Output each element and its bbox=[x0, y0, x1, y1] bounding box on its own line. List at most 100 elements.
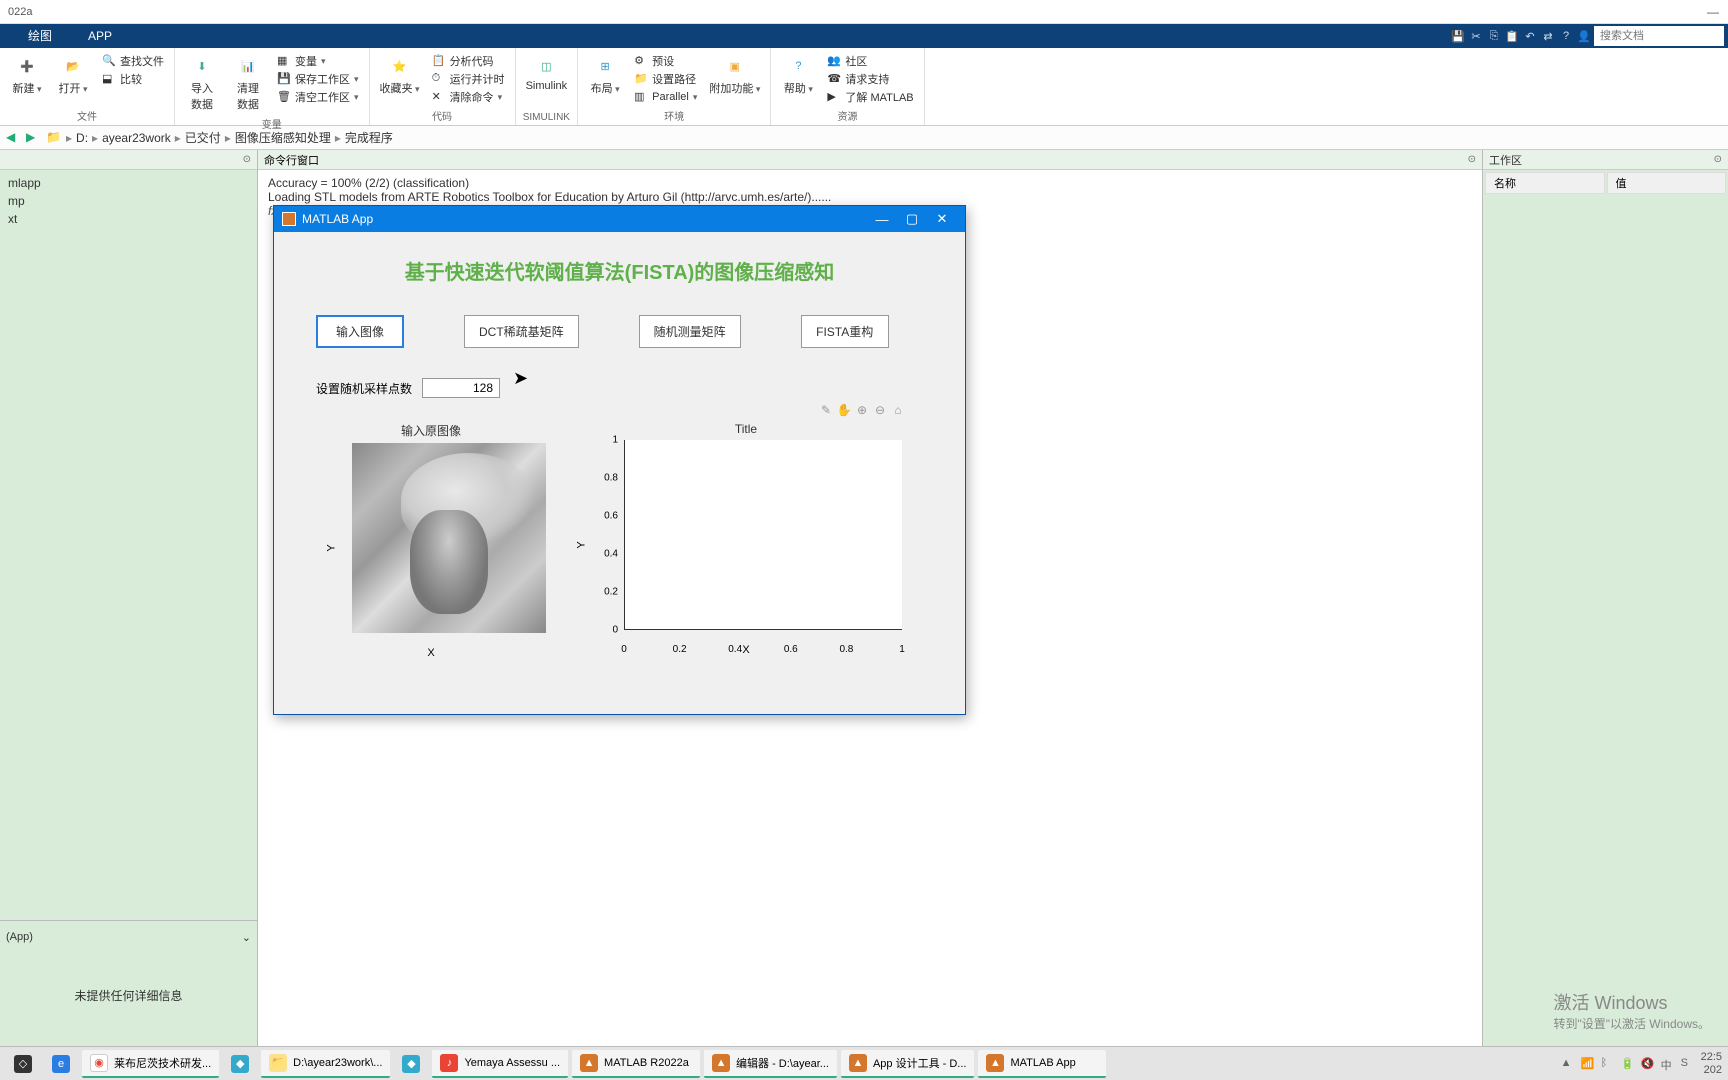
ribbon-tabstrip: 绘图 APP 💾 ✂ ⎘ 📋 ↶ ⇄ ? 👤 bbox=[0, 24, 1728, 48]
variable-button[interactable]: ▦变量 bbox=[273, 52, 363, 70]
paste-icon[interactable]: 📋 bbox=[1504, 28, 1520, 44]
random-measure-button[interactable]: 随机测量矩阵 bbox=[639, 315, 741, 348]
battery-icon[interactable]: 🔋 bbox=[1621, 1057, 1635, 1071]
app-titlebar[interactable]: MATLAB App — ▢ ✕ bbox=[274, 206, 965, 232]
switch-icon[interactable]: ⇄ bbox=[1540, 28, 1556, 44]
simulink-button[interactable]: ◫ Simulink bbox=[522, 50, 572, 112]
layout-button[interactable]: ⊞ 布局 bbox=[584, 50, 626, 108]
new-button[interactable]: ➕ 新建 bbox=[6, 50, 48, 108]
folder-icon[interactable]: 📁 bbox=[46, 130, 62, 146]
copy-icon[interactable]: ⎘ bbox=[1486, 28, 1502, 44]
tab-app[interactable]: APP bbox=[70, 24, 130, 48]
empty-plot-area[interactable] bbox=[624, 440, 902, 630]
ie-button[interactable]: e bbox=[44, 1050, 78, 1078]
taskbar-item[interactable]: ◆ bbox=[223, 1050, 257, 1078]
setpath-button[interactable]: 📁设置路径 bbox=[630, 70, 701, 88]
ime-icon[interactable]: 中 bbox=[1661, 1057, 1675, 1071]
clear-workspace-button[interactable]: 🗑清空工作区 bbox=[273, 88, 363, 106]
matlab-icon: ▲ bbox=[986, 1054, 1004, 1072]
details-dropdown[interactable]: (App) bbox=[6, 931, 242, 943]
signin-icon[interactable]: 👤 bbox=[1576, 28, 1592, 44]
path-seg[interactable]: 完成程序 bbox=[345, 129, 393, 146]
taskbar-item[interactable]: ▲MATLAB R2022a bbox=[572, 1050, 700, 1078]
dock-icon[interactable]: ⊙ bbox=[1468, 154, 1476, 165]
input-image-button[interactable]: 输入图像 bbox=[316, 315, 404, 348]
cut-icon[interactable]: ✂ bbox=[1468, 28, 1484, 44]
prefs-button[interactable]: ⚙预设 bbox=[630, 52, 701, 70]
open-button[interactable]: 📂 打开 bbox=[52, 50, 94, 108]
clear-cmd-button[interactable]: ✕清除命令 bbox=[428, 88, 509, 106]
pan-icon[interactable]: ✋ bbox=[836, 402, 852, 418]
network-icon[interactable]: 📶 bbox=[1581, 1057, 1595, 1071]
group-simulink-label: SIMULINK bbox=[522, 112, 572, 125]
maximize-icon[interactable]: ▢ bbox=[897, 206, 927, 232]
undo-icon[interactable]: ↶ bbox=[1522, 28, 1538, 44]
help-icon[interactable]: ? bbox=[1558, 28, 1574, 44]
compare-button[interactable]: ⬓比较 bbox=[98, 70, 168, 88]
forward-icon[interactable]: ▶ bbox=[26, 130, 42, 146]
right-plot-title: Title bbox=[586, 422, 906, 436]
col-value[interactable]: 值 bbox=[1607, 172, 1727, 194]
analyze-button[interactable]: 📋分析代码 bbox=[428, 52, 509, 70]
runtime-button[interactable]: ⏱运行并计时 bbox=[428, 70, 509, 88]
learn-button[interactable]: ▶了解 MATLAB bbox=[823, 88, 917, 106]
zoom-out-icon[interactable]: ⊖ bbox=[872, 402, 888, 418]
minimize-btn[interactable]: — bbox=[1698, 0, 1728, 24]
taskbar-item[interactable]: ▲App 设计工具 - D... bbox=[841, 1050, 975, 1078]
app-tray-icon[interactable]: S bbox=[1681, 1057, 1695, 1071]
analyze-icon: 📋 bbox=[432, 54, 446, 68]
help-circle-icon: ? bbox=[786, 54, 810, 78]
zoom-in-icon[interactable]: ⊕ bbox=[854, 402, 870, 418]
sample-count-input[interactable] bbox=[422, 378, 500, 398]
import-button[interactable]: ⬇ 导入 数据 bbox=[181, 50, 223, 116]
explorer-icon: 📁 bbox=[269, 1054, 287, 1072]
col-name[interactable]: 名称 bbox=[1485, 172, 1605, 194]
community-button[interactable]: 👥社区 bbox=[823, 52, 917, 70]
taskbar: ◇ e ◉莱布尼茨技术研发... ◆ 📁D:\ayear23work\... ◆… bbox=[0, 1046, 1728, 1080]
dock-icon[interactable]: ⊙ bbox=[1714, 154, 1722, 165]
favorites-button[interactable]: ⭐ 收藏夹 bbox=[376, 50, 424, 108]
help-button[interactable]: ? 帮助 bbox=[777, 50, 819, 108]
import-icon: ⬇ bbox=[190, 54, 214, 78]
save-icon[interactable]: 💾 bbox=[1450, 28, 1466, 44]
chevron-down-icon[interactable]: ⌄ bbox=[242, 931, 251, 944]
file-item[interactable]: mlapp bbox=[0, 174, 257, 192]
file-item[interactable]: xt bbox=[0, 210, 257, 228]
path-seg[interactable]: 已交付 bbox=[185, 129, 221, 146]
parallel-button[interactable]: ▥Parallel bbox=[630, 88, 701, 106]
save-workspace-button[interactable]: 💾保存工作区 bbox=[273, 70, 363, 88]
clock[interactable]: 22:5 202 bbox=[1701, 1051, 1722, 1075]
people-icon: 👥 bbox=[827, 54, 841, 68]
file-list[interactable]: mlapp mp xt bbox=[0, 170, 257, 920]
dct-basis-button[interactable]: DCT稀疏基矩阵 bbox=[464, 315, 579, 348]
fista-reconstruct-button[interactable]: FISTA重构 bbox=[801, 315, 889, 348]
back-icon[interactable]: ◀ bbox=[6, 130, 22, 146]
taskbar-item[interactable]: ▲MATLAB App bbox=[978, 1050, 1106, 1078]
close-icon[interactable]: ✕ bbox=[927, 206, 957, 232]
taskbar-item[interactable]: ◉莱布尼茨技术研发... bbox=[82, 1050, 219, 1078]
taskbar-item[interactable]: ◆ bbox=[394, 1050, 428, 1078]
path-seg[interactable]: ayear23work bbox=[102, 131, 171, 145]
taskbar-item[interactable]: 📁D:\ayear23work\... bbox=[261, 1050, 390, 1078]
workspace-table[interactable]: 名称 值 bbox=[1483, 170, 1728, 196]
addons-button[interactable]: ▣ 附加功能 bbox=[705, 50, 764, 108]
start-button[interactable]: ◇ bbox=[6, 1050, 40, 1078]
minimize-icon[interactable]: — bbox=[867, 206, 897, 232]
find-files-button[interactable]: 🔍查找文件 bbox=[98, 52, 168, 70]
path-seg[interactable]: 图像压缩感知处理 bbox=[235, 129, 331, 146]
clean-button[interactable]: 📊 清理 数据 bbox=[227, 50, 269, 116]
bluetooth-icon[interactable]: ᛒ bbox=[1601, 1057, 1615, 1071]
tab-plot[interactable]: 绘图 bbox=[10, 24, 70, 48]
home-icon[interactable]: ⌂ bbox=[890, 402, 906, 418]
brush-icon[interactable]: ✎ bbox=[818, 402, 834, 418]
taskbar-item[interactable]: ▲编辑器 - D:\ayear... bbox=[704, 1050, 837, 1078]
x-axis-label: X bbox=[742, 644, 749, 656]
path-drive[interactable]: D: bbox=[76, 131, 88, 145]
search-input[interactable] bbox=[1594, 26, 1724, 46]
support-button[interactable]: ☎请求支持 bbox=[823, 70, 917, 88]
dock-icon[interactable]: ⊙ bbox=[243, 154, 251, 165]
volume-icon[interactable]: 🔇 bbox=[1641, 1057, 1655, 1071]
file-item[interactable]: mp bbox=[0, 192, 257, 210]
tray-icon[interactable]: ▲ bbox=[1561, 1057, 1575, 1071]
taskbar-item[interactable]: ♪Yemaya Assessu ... bbox=[432, 1050, 568, 1078]
